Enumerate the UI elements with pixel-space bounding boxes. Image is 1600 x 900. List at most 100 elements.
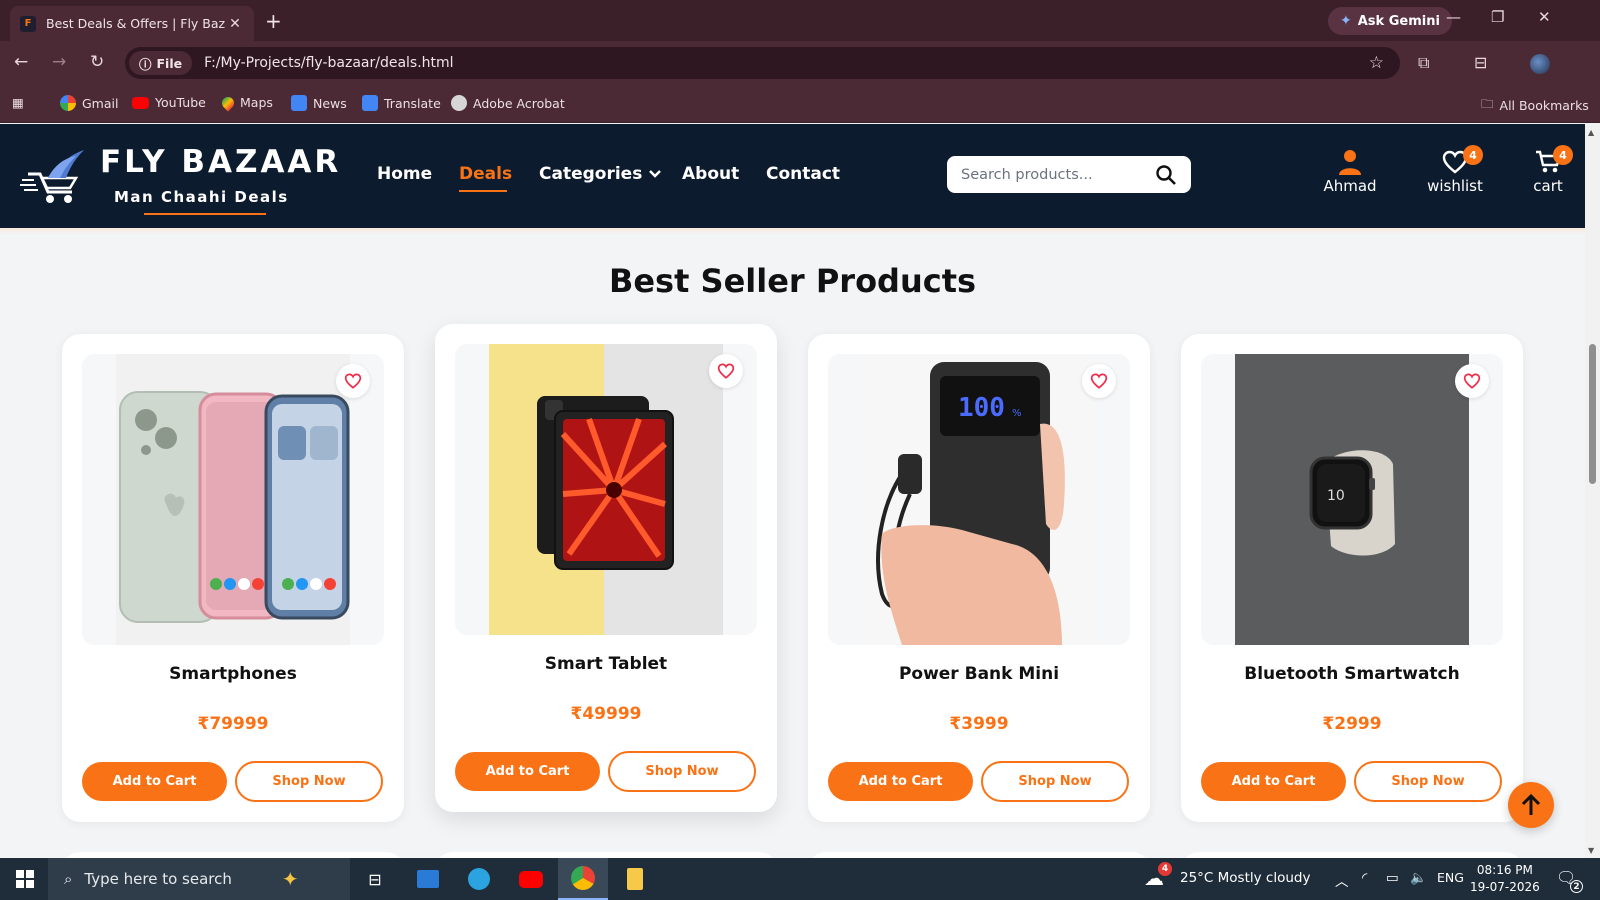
battery-icon[interactable]: ▭ xyxy=(1386,870,1399,886)
nav-contact[interactable]: Contact xyxy=(766,164,840,184)
new-tab-icon[interactable]: + xyxy=(265,9,282,33)
tagline-underline xyxy=(144,213,266,215)
profile-avatar[interactable] xyxy=(1530,54,1550,74)
restore-icon[interactable]: ❐ xyxy=(1491,8,1504,26)
ask-gemini-label: Ask Gemini xyxy=(1357,13,1440,29)
windows-start-icon[interactable] xyxy=(16,870,34,888)
volume-icon[interactable]: 🔈 xyxy=(1410,870,1427,886)
bookmark-label: Maps xyxy=(240,95,273,110)
taskbar-clock[interactable]: 08:16 PM 19-07-2026 xyxy=(1470,862,1540,896)
task-view-icon[interactable]: ⊟ xyxy=(350,858,400,900)
shop-now-button[interactable]: Shop Now xyxy=(981,761,1129,802)
brand-name[interactable]: FLY BAZAAR xyxy=(100,144,341,180)
minimize-icon[interactable]: — xyxy=(1446,8,1461,26)
language-indicator[interactable]: ENG xyxy=(1437,870,1464,885)
bookmark-label: Adobe Acrobat xyxy=(473,95,565,111)
page-scrollbar[interactable]: ▲ ▼ xyxy=(1585,124,1600,858)
bookmark-label: Gmail xyxy=(82,95,119,111)
bookmark-adobe-acrobat[interactable]: Adobe Acrobat xyxy=(451,95,565,111)
product-image-frame[interactable]: 10 xyxy=(1201,354,1503,645)
extensions-icon[interactable]: ⧉ xyxy=(1418,53,1429,73)
smartwatch-image: 10 xyxy=(1235,354,1469,645)
bookmark-label: Translate xyxy=(384,95,441,111)
all-bookmarks[interactable]: 🗀 All Bookmarks xyxy=(1481,95,1589,116)
product-card[interactable]: Smartphones ₹79999 Add to Cart Shop Now xyxy=(62,334,404,822)
nav-about[interactable]: About xyxy=(682,164,739,184)
search-icon[interactable] xyxy=(1155,164,1177,186)
clock-date: 19-07-2026 xyxy=(1470,880,1540,894)
user-account[interactable]: Ahmad xyxy=(1310,148,1390,195)
wishlist-link[interactable]: wishlist 4 xyxy=(1415,145,1495,195)
add-to-cart-button[interactable]: Add to Cart xyxy=(828,762,973,801)
back-to-top-button[interactable] xyxy=(1508,782,1554,828)
svg-text:10: 10 xyxy=(1327,488,1345,504)
search-input[interactable] xyxy=(961,166,1155,183)
brand-tagline: Man Chaahi Deals xyxy=(114,188,289,206)
window-close-icon[interactable]: ✕ xyxy=(1538,8,1551,26)
bookmark-gmail[interactable]: Gmail xyxy=(60,95,118,111)
product-card[interactable]: Smart Tablet ₹49999 Add to Cart Shop Now xyxy=(435,324,777,812)
info-icon: ⓘ xyxy=(139,56,152,72)
shop-now-button[interactable]: Shop Now xyxy=(235,761,383,802)
wishlist-heart-button[interactable] xyxy=(709,354,743,388)
apps-grid-icon[interactable]: ▦ xyxy=(12,95,24,110)
scroll-thumb[interactable] xyxy=(1589,344,1596,484)
wishlist-heart-button[interactable] xyxy=(1082,364,1116,398)
telegram-icon[interactable] xyxy=(454,858,504,900)
heart-outline-icon xyxy=(717,363,735,379)
ask-gemini-button[interactable]: ✦ Ask Gemini xyxy=(1328,7,1452,35)
file-explorer-icon[interactable] xyxy=(610,858,660,900)
add-to-cart-button[interactable]: Add to Cart xyxy=(1201,762,1346,801)
omnibox[interactable]: ⓘ File F:/My-Projects/fly-bazaar/deals.h… xyxy=(125,47,1400,79)
back-icon[interactable]: ← xyxy=(14,52,28,72)
tab-title: Best Deals & Offers | Fly Bazaar xyxy=(46,16,226,31)
show-hidden-icons-chevron-icon[interactable]: ︿ xyxy=(1335,870,1349,890)
windows-taskbar: ⌕ Type here to search ✦ ⊟ ☁ 4 25°C Mostl… xyxy=(0,858,1600,900)
chrome-icon[interactable] xyxy=(558,858,608,900)
product-price: ₹79999 xyxy=(197,714,269,734)
cart-count-badge: 4 xyxy=(1553,145,1573,165)
bookmark-label: YouTube xyxy=(155,95,206,110)
chevron-down-icon xyxy=(649,170,662,178)
bookmark-news[interactable]: News xyxy=(291,95,347,111)
shop-now-button[interactable]: Shop Now xyxy=(608,751,756,792)
bookmark-star-icon[interactable]: ☆ xyxy=(1369,53,1384,73)
reload-icon[interactable]: ↻ xyxy=(90,52,104,72)
bookmark-youtube[interactable]: YouTube xyxy=(132,95,206,110)
add-to-cart-button[interactable]: Add to Cart xyxy=(455,752,600,791)
nav-categories[interactable]: Categories xyxy=(539,164,662,184)
url-text[interactable]: F:/My-Projects/fly-bazaar/deals.html xyxy=(204,55,1369,71)
nav-deals[interactable]: Deals xyxy=(459,164,512,184)
heart-outline-icon xyxy=(344,373,362,389)
site-favicon-icon: F xyxy=(20,15,36,32)
weather-text[interactable]: 25°C Mostly cloudy xyxy=(1180,870,1310,886)
wishlist-heart-button[interactable] xyxy=(1455,364,1489,398)
browser-tab[interactable]: F Best Deals & Offers | Fly Bazaar ✕ xyxy=(10,6,254,41)
nav-home[interactable]: Home xyxy=(377,164,432,184)
flying-cart-logo-icon[interactable] xyxy=(20,148,84,206)
network-icon[interactable]: ◜ xyxy=(1362,870,1367,886)
folder-icon: 🗀 xyxy=(1481,96,1494,111)
tab-search-icon[interactable]: ⊟ xyxy=(1474,53,1487,72)
forward-icon[interactable]: → xyxy=(52,52,66,72)
scroll-down-arrow-icon[interactable]: ▼ xyxy=(1588,846,1594,855)
shop-now-button[interactable]: Shop Now xyxy=(1354,761,1502,802)
bookmark-translate[interactable]: Translate xyxy=(362,95,441,111)
product-card[interactable]: 100 % Power Bank Mini ₹3999 Add to Cart … xyxy=(808,334,1150,822)
youtube-app-icon[interactable] xyxy=(506,858,556,900)
bookmark-maps[interactable]: Maps xyxy=(219,94,273,111)
remote-desktop-icon[interactable] xyxy=(403,858,453,900)
taskbar-search[interactable]: ⌕ Type here to search ✦ xyxy=(48,858,350,900)
site-info-chip[interactable]: ⓘ File xyxy=(129,51,193,75)
product-image-frame[interactable]: 100 % xyxy=(828,354,1130,645)
close-tab-icon[interactable]: ✕ xyxy=(226,16,244,32)
cart-link[interactable]: cart 4 xyxy=(1508,145,1588,195)
product-image-frame[interactable] xyxy=(455,344,757,635)
add-to-cart-button[interactable]: Add to Cart xyxy=(82,762,227,801)
globe-icon xyxy=(451,95,467,111)
svg-text:100: 100 xyxy=(958,393,1005,423)
wishlist-heart-button[interactable] xyxy=(336,364,370,398)
product-card[interactable]: 10 Bluetooth Smartwatch ₹2999 Add to Car… xyxy=(1181,334,1523,822)
product-image-frame[interactable] xyxy=(82,354,384,645)
scroll-up-arrow-icon[interactable]: ▲ xyxy=(1588,128,1594,137)
